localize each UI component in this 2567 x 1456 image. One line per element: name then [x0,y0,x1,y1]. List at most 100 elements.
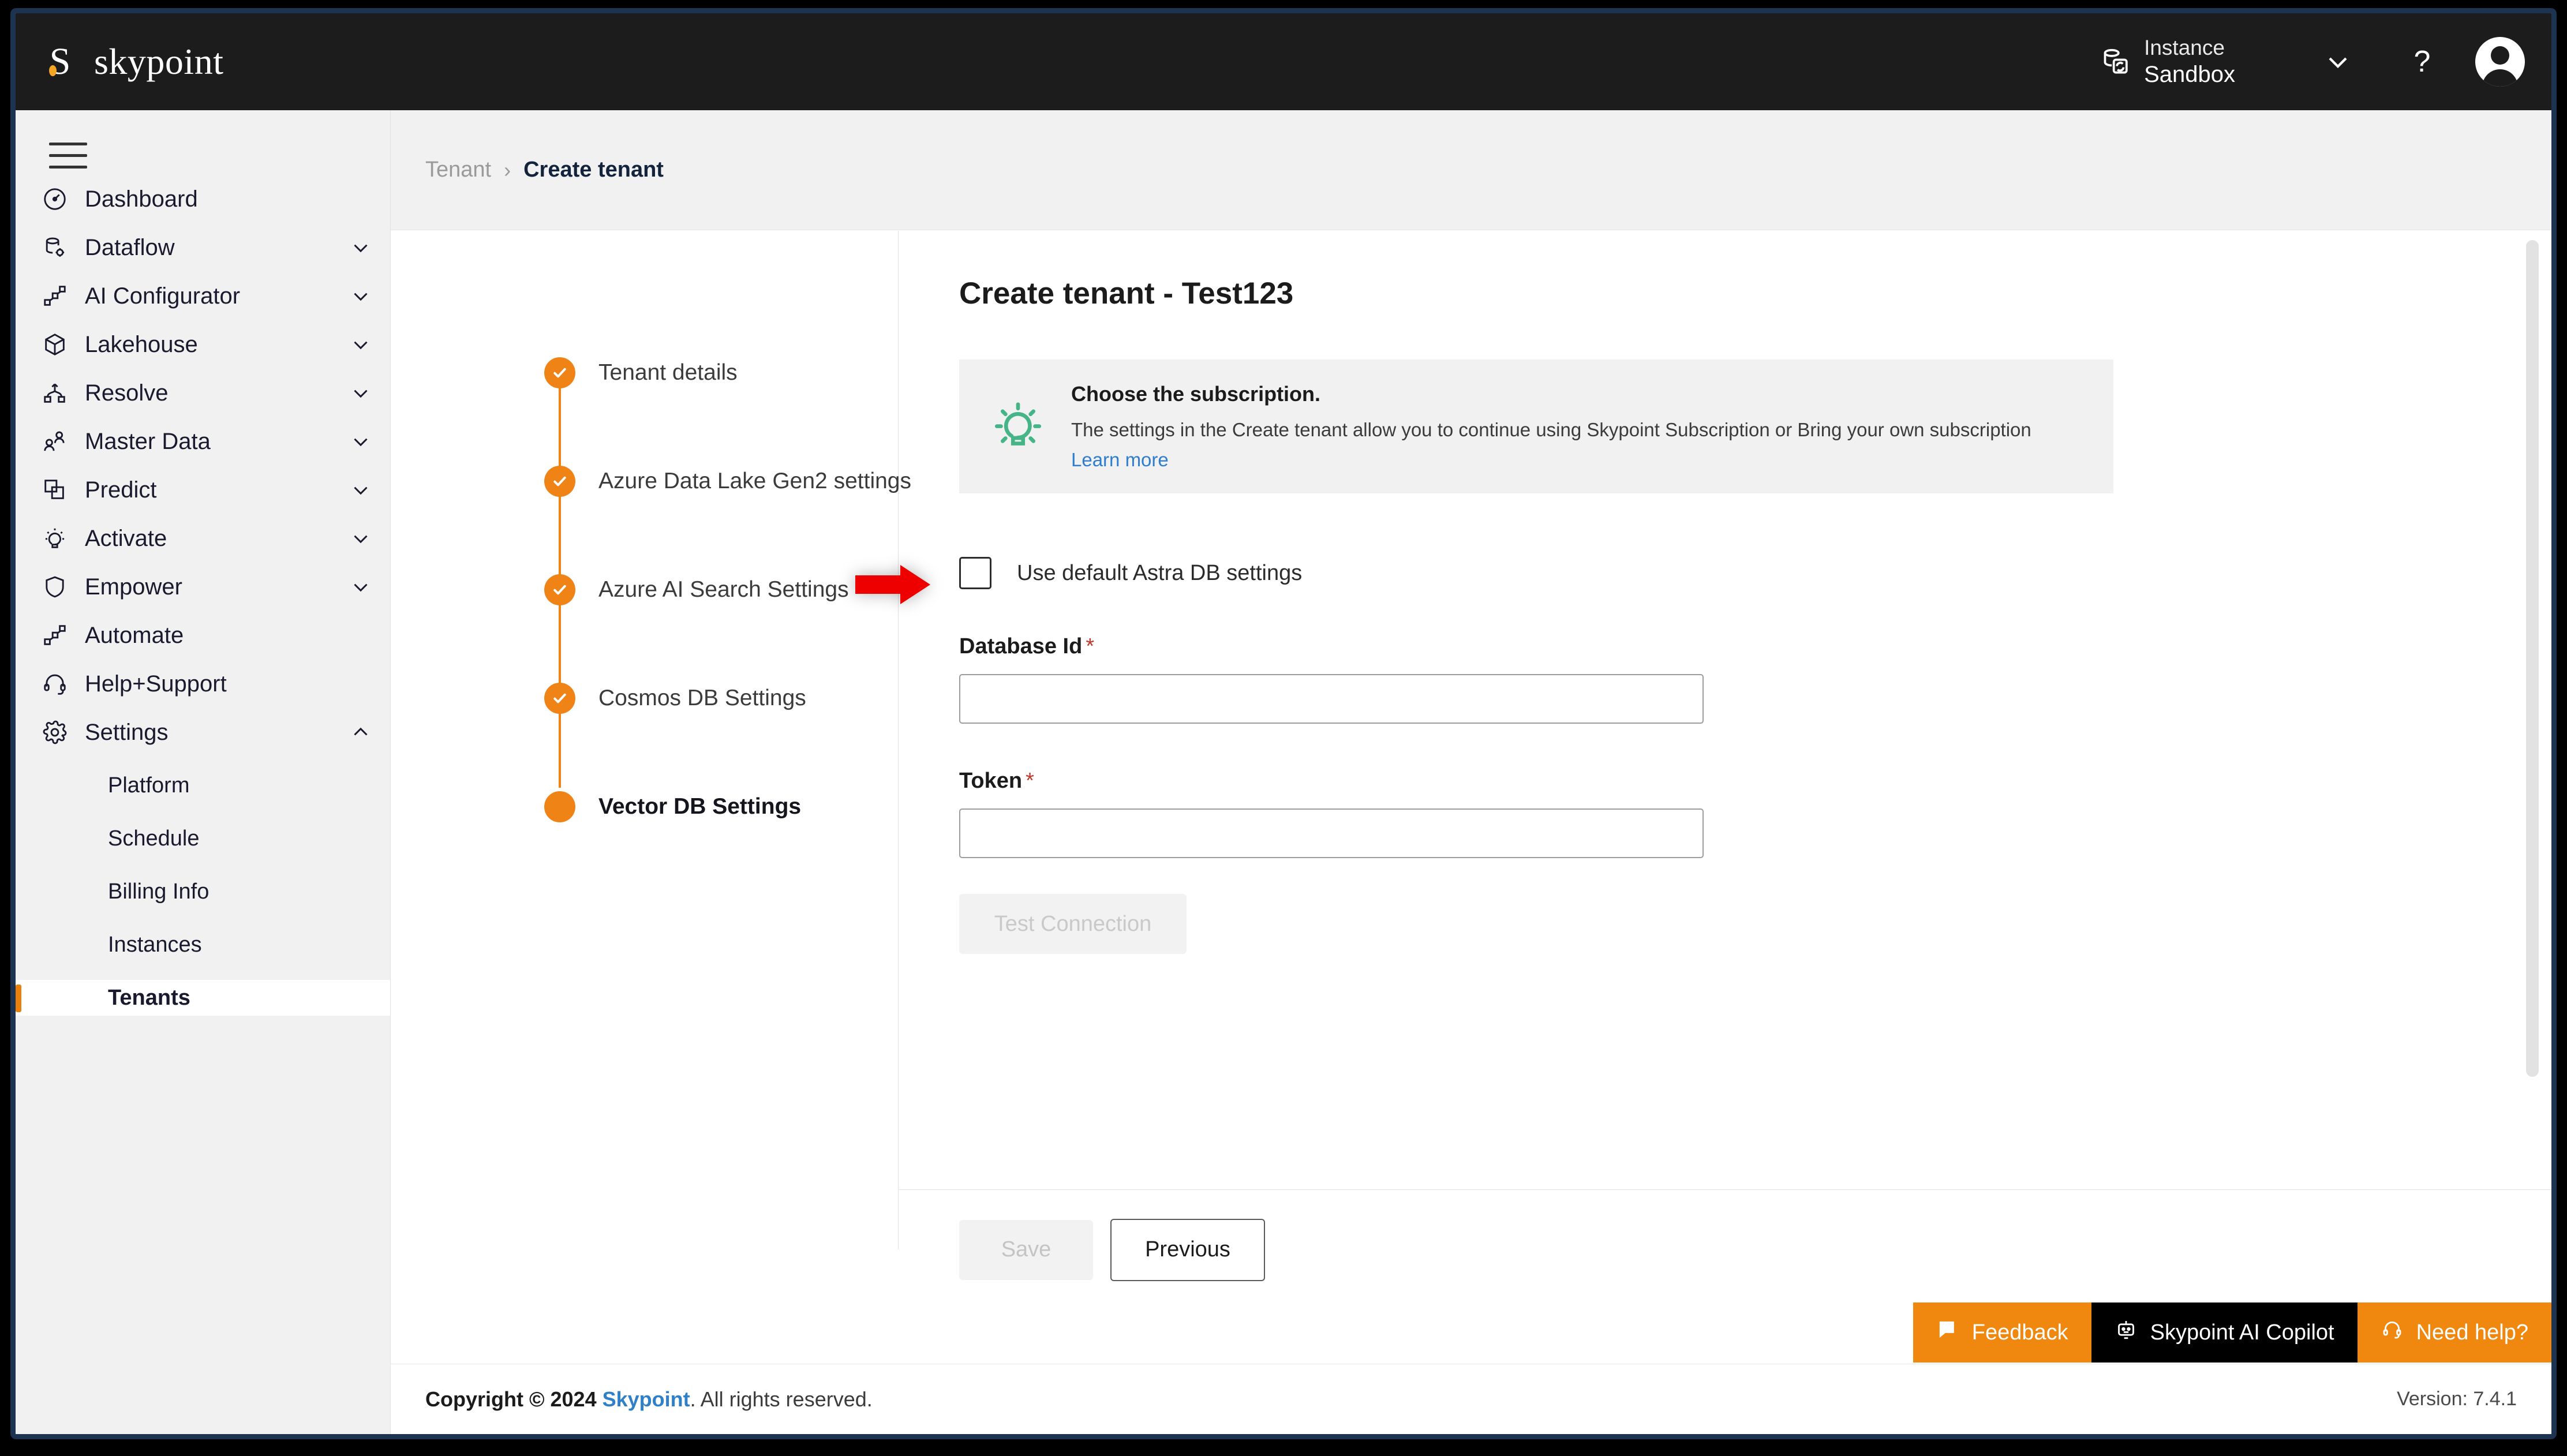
stepper-step-tenant-details[interactable]: Tenant details [391,355,898,390]
brand-logo[interactable]: S skypoint [39,40,223,83]
sidebar-item-label: Resolve [85,380,169,406]
sidebar-item-resolve[interactable]: Resolve [16,375,390,411]
sidebar-subitem-label: Schedule [108,826,200,851]
sidebar-item-dataflow[interactable]: Dataflow [16,230,390,265]
copyright-text: Copyright © 2024 Skypoint. All rights re… [425,1387,873,1412]
check-circle-icon [544,466,575,497]
database-id-input[interactable] [959,674,1704,724]
hamburger-bar [49,154,87,157]
token-input[interactable] [959,809,1704,858]
chevron-down-icon[interactable] [349,284,373,308]
sidebar-subitem-schedule[interactable]: Schedule [16,821,390,856]
content-region: Tenant details Azure Data Lake Gen2 sett… [391,231,2551,1309]
sidebar-item-activate[interactable]: Activate [16,521,390,556]
brand-name-text: skypoint [94,41,224,82]
sidebar-item-master-data[interactable]: Master Data [16,424,390,459]
sidebar-item-label: Dashboard [85,186,198,212]
hamburger-menu-icon[interactable] [49,143,87,169]
sidebar-item-label: Help+Support [85,671,227,697]
application-window: S skypoint Instance Sandbox ? Dashboard … [10,8,2557,1439]
form-action-bar: Save Previous [899,1189,2551,1309]
shield-icon [40,572,70,602]
instance-switcher[interactable]: Instance Sandbox [2099,35,2235,89]
robot-icon [2115,1318,2138,1347]
help-question-icon[interactable]: ? [2405,44,2439,79]
sidebar-subitem-billing-info[interactable]: Billing Info [16,874,390,909]
sidebar-item-label: Automate [85,622,184,648]
feedback-button[interactable]: Feedback [1913,1302,2091,1363]
wizard-stepper: Tenant details Azure Data Lake Gen2 sett… [391,231,911,1249]
breadcrumb-parent[interactable]: Tenant [425,158,491,182]
chevron-down-icon[interactable] [349,526,373,551]
sidebar-subitem-tenants[interactable]: Tenants [16,980,390,1016]
need-help-button[interactable]: Need help? [2357,1302,2551,1363]
use-default-astra-db-checkbox[interactable] [959,557,991,589]
sidebar-subitem-instances[interactable]: Instances [16,927,390,963]
help-glyph: ? [2413,44,2431,78]
save-button[interactable]: Save [959,1219,1093,1280]
sidebar-item-lakehouse[interactable]: Lakehouse [16,327,390,362]
copyright-suffix: . All rights reserved. [690,1387,873,1411]
stepper-step-azure-data-lake[interactable]: Azure Data Lake Gen2 settings [391,464,911,499]
form-panel: Create tenant - Test123 Choose the subsc… [899,231,2551,1249]
floating-widget-bar: Feedback Skypoint AI Copilot Need help? [1913,1302,2551,1363]
page-title: Create tenant - Test123 [959,276,1294,310]
nodes-icon [40,620,70,650]
chevron-down-icon[interactable] [349,235,373,260]
sidebar-item-label: Predict [85,477,157,503]
instance-value: Sandbox [2144,62,2235,88]
content-scrollbar[interactable] [2526,240,2539,1077]
test-connection-button[interactable]: Test Connection [959,894,1187,954]
gear-icon [40,717,70,747]
required-asterisk: * [1086,634,1095,658]
current-step-dot-icon [544,791,575,822]
stepper-step-label: Cosmos DB Settings [598,686,806,710]
use-default-astra-db-label: Use default Astra DB settings [1017,560,1303,585]
previous-button[interactable]: Previous [1110,1218,1265,1281]
chevron-down-icon[interactable] [349,429,373,454]
stepper-step-azure-ai-search[interactable]: Azure AI Search Settings [391,572,898,607]
sidebar-item-empower[interactable]: Empower [16,569,390,605]
brand-mark-dot [49,65,57,76]
chevron-down-icon[interactable] [349,381,373,405]
nodes-icon [40,281,70,311]
copilot-label: Skypoint AI Copilot [2150,1320,2334,1345]
stepper-step-label: Azure Data Lake Gen2 settings [598,469,911,493]
field-group-token: Token * [959,769,2551,858]
sidebar-item-label: Master Data [85,428,211,454]
sidebar-item-predict[interactable]: Predict [16,472,390,508]
sidebar-item-label: Empower [85,574,182,600]
sidebar-item-label: Lakehouse [85,331,198,357]
sidebar-item-help-support[interactable]: Help+Support [16,666,390,702]
sidebar-item-automate[interactable]: Automate [16,617,390,653]
learn-more-link[interactable]: Learn more [1071,449,1169,471]
chevron-down-icon[interactable] [349,332,373,357]
chevron-down-icon[interactable] [349,575,373,599]
people-icon [40,426,70,456]
sidebar-item-settings[interactable]: Settings [16,714,390,750]
chevron-down-icon[interactable] [349,478,373,502]
skypoint-ai-copilot-button[interactable]: Skypoint AI Copilot [2091,1302,2358,1363]
lightbulb-icon [40,523,70,553]
sidebar-item-label: Activate [85,525,167,551]
instance-chevron-down-icon[interactable] [2322,46,2354,78]
stepper-step-vector-db[interactable]: Vector DB Settings [391,789,898,824]
sidebar-subitem-label: Platform [108,773,190,798]
skypoint-footer-link[interactable]: Skypoint [603,1387,690,1411]
stepper-step-cosmos-db[interactable]: Cosmos DB Settings [391,681,898,716]
use-default-astra-db-row[interactable]: Use default Astra DB settings [959,557,2551,589]
avatar[interactable] [2475,36,2525,87]
hamburger-bar [49,143,87,145]
sidebar-item-dashboard[interactable]: Dashboard [16,181,390,217]
sidebar-subitem-label: Tenants [108,985,190,1010]
feedback-label: Feedback [1971,1320,2068,1345]
sidebar-subitem-platform[interactable]: Platform [16,768,390,803]
breadcrumb-current: Create tenant [523,158,664,182]
chevron-up-icon[interactable] [349,720,373,744]
main-content-area: Tenant › Create tenant Tenant details Az… [391,110,2551,1434]
check-circle-icon [544,357,575,388]
breadcrumb-bar: Tenant › Create tenant [391,110,2551,230]
info-description: The settings in the Create tenant allow … [1071,419,2031,440]
skypoint-logo-icon: S [39,40,81,83]
sidebar-item-ai-configurator[interactable]: AI Configurator [16,278,390,314]
